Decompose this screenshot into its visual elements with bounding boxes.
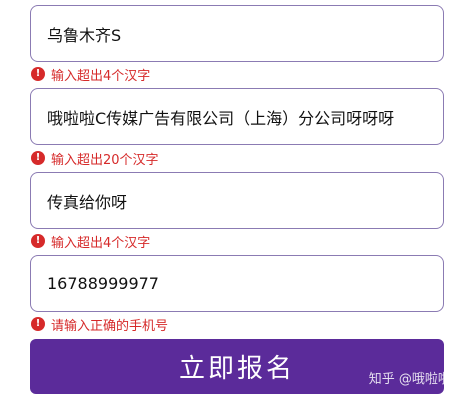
exclamation-circle-icon: ! bbox=[31, 317, 45, 331]
city-input[interactable]: 乌鲁木齐S bbox=[30, 5, 444, 62]
phone-error: ! 请输入正确的手机号 bbox=[31, 315, 169, 334]
phone-input[interactable]: 16788999977 bbox=[30, 255, 444, 312]
phone-error-text: 请输入正确的手机号 bbox=[51, 318, 169, 334]
company-input[interactable]: 哦啦啦C传媒广告有限公司（上海）分公司呀呀呀 bbox=[30, 88, 444, 145]
company-error: ! 输入超出20个汉字 bbox=[31, 149, 159, 168]
exclamation-circle-icon: ! bbox=[31, 151, 45, 165]
registration-form: 乌鲁木齐S ! 输入超出4个汉字 哦啦啦C传媒广告有限公司（上海）分公司呀呀呀 … bbox=[0, 0, 474, 398]
exclamation-circle-icon: ! bbox=[31, 234, 45, 248]
city-error: ! 输入超出4个汉字 bbox=[31, 65, 151, 84]
watermark: 知乎 @哦啦啦C bbox=[368, 372, 460, 387]
name-input[interactable]: 传真给你呀 bbox=[30, 172, 444, 229]
exclamation-circle-icon: ! bbox=[31, 67, 45, 81]
city-error-text: 输入超出4个汉字 bbox=[51, 68, 151, 84]
company-error-text: 输入超出20个汉字 bbox=[51, 152, 159, 168]
name-error: ! 输入超出4个汉字 bbox=[31, 232, 151, 251]
name-error-text: 输入超出4个汉字 bbox=[51, 235, 151, 251]
